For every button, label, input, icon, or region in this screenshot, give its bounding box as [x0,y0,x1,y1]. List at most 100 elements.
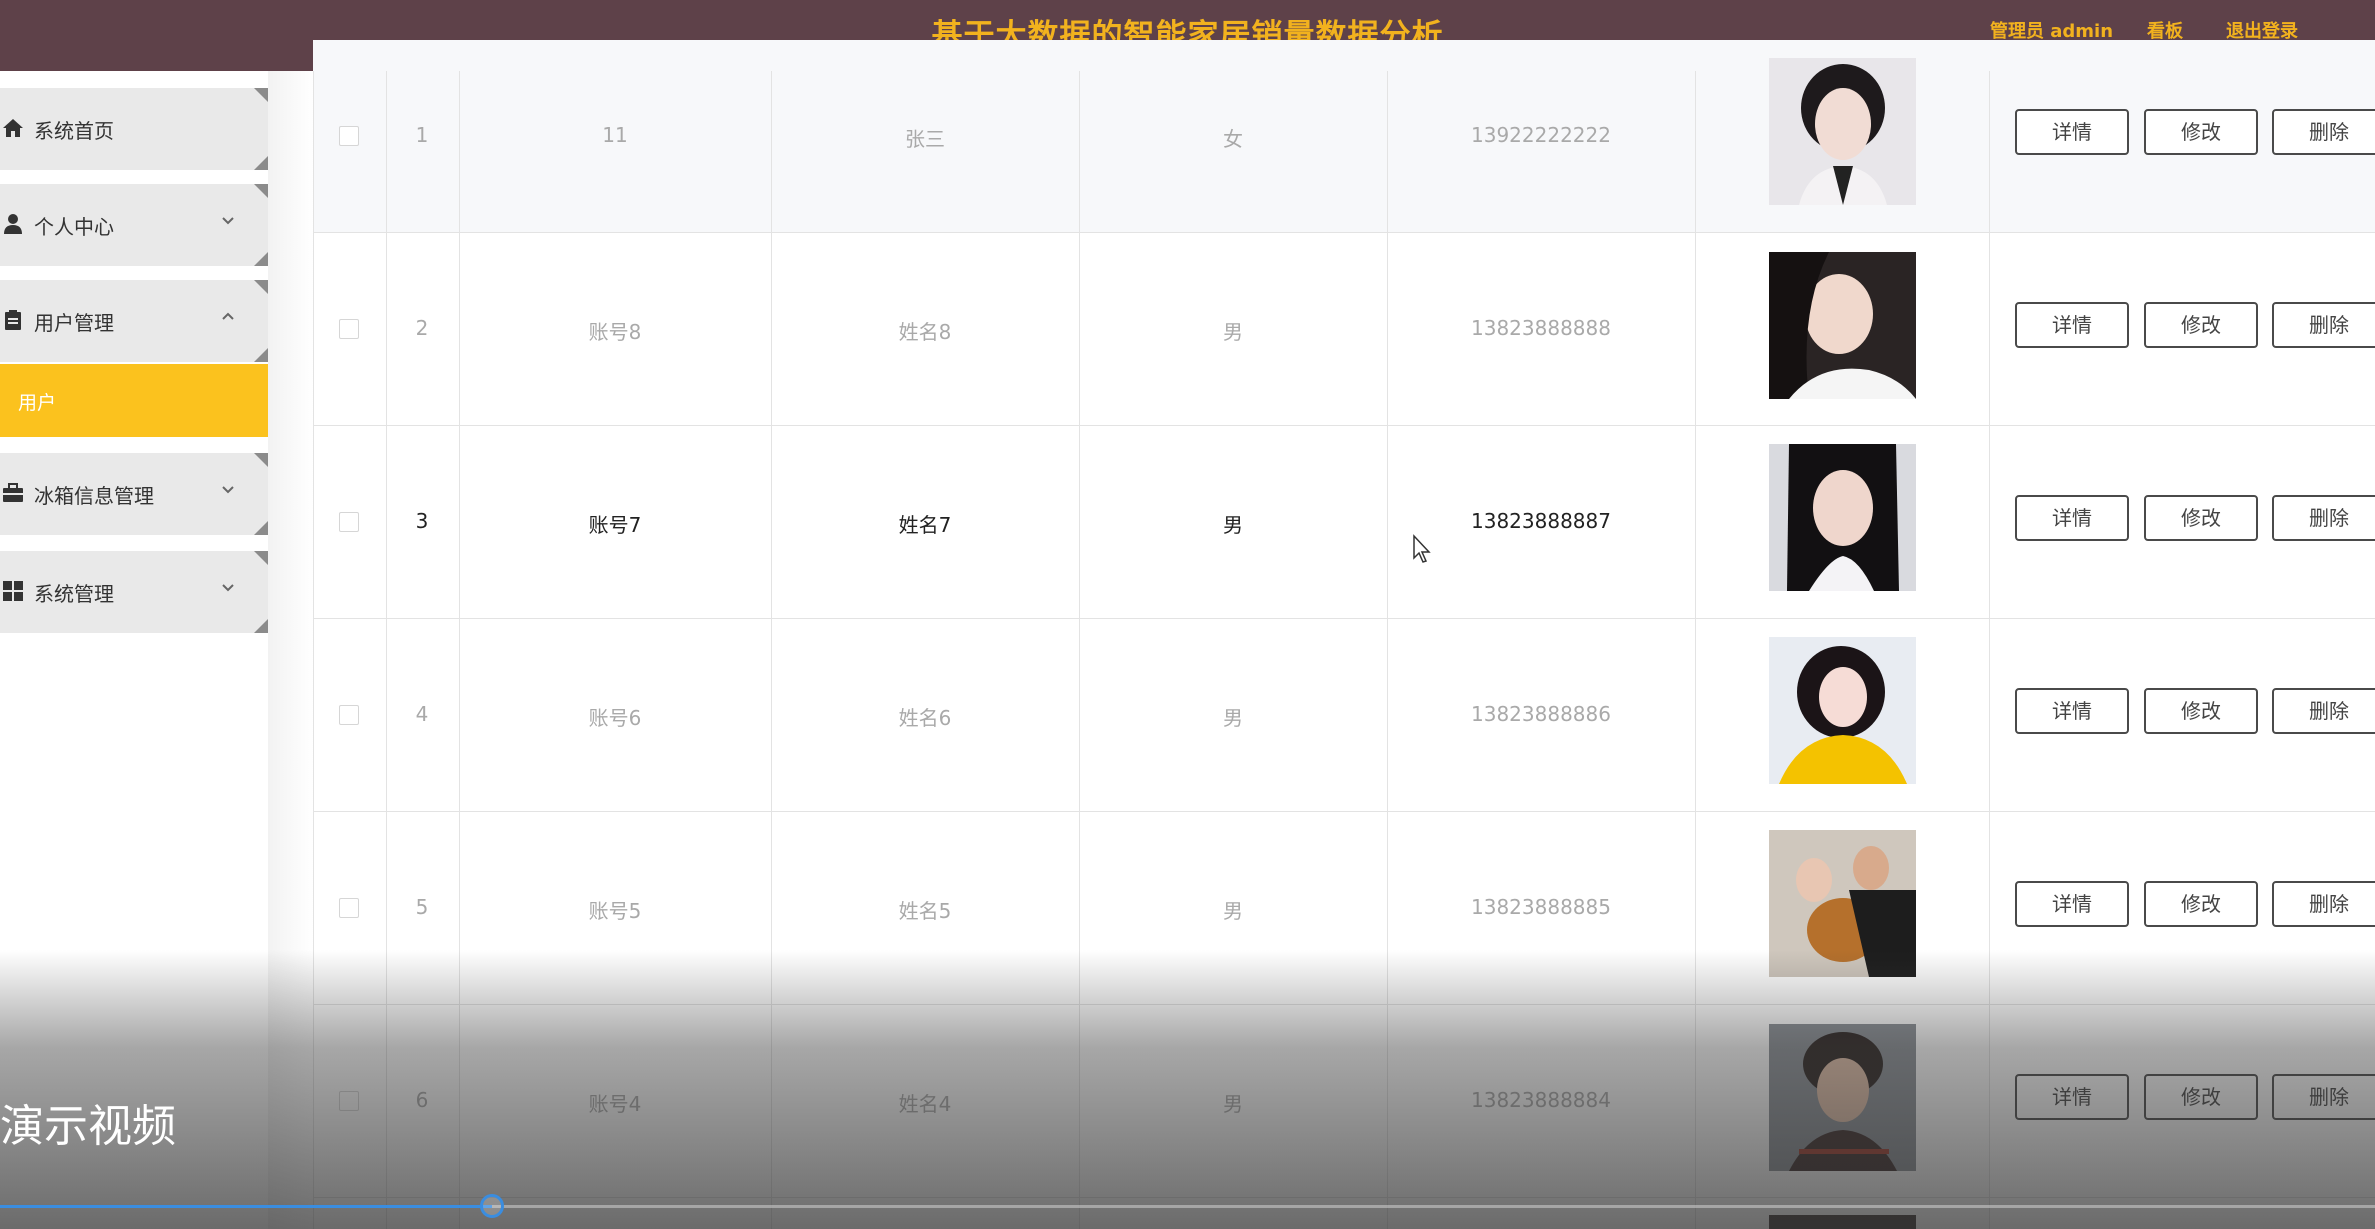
sidebar-item-label: 用户管理 [34,311,114,335]
mouse-cursor-icon [1413,534,1431,563]
cell-account: 11 [602,123,628,147]
video-progress-knob[interactable] [479,1194,504,1218]
delete-button[interactable]: 删除 [2272,688,2375,734]
cell-phone: 13823888888 [1471,316,1611,340]
edit-button[interactable]: 修改 [2144,495,2258,541]
delete-button[interactable]: 删除 [2272,1074,2375,1120]
edit-button[interactable]: 修改 [2144,881,2258,927]
video-progress-fill [0,1205,492,1208]
row-checkbox[interactable] [339,319,359,339]
user-avatar [1769,58,1916,205]
cell-index: 2 [415,316,429,340]
delete-button[interactable]: 删除 [2272,302,2375,348]
row-checkbox[interactable] [339,1091,359,1111]
cell-name: 姓名4 [898,1092,952,1116]
sidebar-item-system-management[interactable]: 系统管理 [0,551,268,633]
video-title: 演示视频 [0,1101,176,1152]
sidebar-item-label: 系统管理 [34,582,114,606]
row-checkbox[interactable] [339,512,359,532]
cell-account: 账号7 [588,513,642,537]
chevron-down-icon [222,584,234,592]
edit-button[interactable]: 修改 [2144,1074,2258,1120]
chevron-down-icon [222,217,234,225]
menu-corner-decoration [254,453,268,467]
row-checkbox[interactable] [339,705,359,725]
column-divider [1079,71,1080,1229]
cell-phone: 13823888886 [1471,702,1611,726]
cell-gender: 男 [1223,1092,1243,1116]
sidebar-item-fridge-info[interactable]: 冰箱信息管理 [0,453,268,535]
edit-button[interactable]: 修改 [2144,109,2258,155]
user-avatar [1769,252,1916,399]
user-avatar [1769,444,1916,591]
home-icon [3,119,23,137]
sidebar-item-label: 个人中心 [34,215,114,239]
sidebar-subitem-label: 用户 [18,392,57,414]
menu-corner-decoration [254,551,268,565]
detail-button[interactable]: 详情 [2015,1074,2129,1120]
menu-corner-decoration [254,156,268,170]
clipboard-icon [5,310,21,330]
cell-name: 姓名7 [898,513,952,537]
user-avatar [1769,830,1916,977]
detail-button[interactable]: 详情 [2015,495,2129,541]
briefcase-icon [3,483,23,502]
delete-button[interactable]: 删除 [2272,881,2375,927]
edit-button[interactable]: 修改 [2144,302,2258,348]
column-divider [386,71,387,1229]
column-divider [1695,71,1696,1229]
cell-index: 1 [415,123,429,147]
detail-button[interactable]: 详情 [2015,881,2129,927]
detail-button[interactable]: 详情 [2015,302,2129,348]
menu-corner-decoration [254,348,268,362]
column-divider [1387,71,1388,1229]
cell-name: 姓名6 [898,706,952,730]
sidebar-item-label: 系统首页 [34,119,114,143]
row-checkbox[interactable] [339,126,359,146]
cell-index: 3 [415,509,429,533]
chevron-down-icon [222,486,234,494]
menu-corner-decoration [254,88,268,102]
user-avatar [1769,637,1916,784]
detail-button[interactable]: 详情 [2015,109,2129,155]
cell-phone: 13922222222 [1471,123,1611,147]
column-divider [313,71,314,1229]
cell-name: 姓名8 [898,320,952,344]
sidebar-item-home[interactable]: 系统首页 [0,88,268,170]
chevron-up-icon [222,312,234,320]
delete-button[interactable]: 删除 [2272,109,2375,155]
column-divider [1989,71,1990,1229]
row-checkbox[interactable] [339,898,359,918]
user-avatar [1769,1215,1916,1229]
cell-name: 张三 [905,127,945,151]
menu-corner-decoration [254,521,268,535]
sidebar-item-label: 冰箱信息管理 [34,484,154,508]
cell-account: 账号4 [588,1092,642,1116]
delete-button[interactable]: 删除 [2272,495,2375,541]
cell-gender: 男 [1223,706,1243,730]
cell-gender: 男 [1223,899,1243,923]
sidebar-item-user-management[interactable]: 用户管理 [0,280,268,362]
cell-phone: 13823888887 [1471,509,1611,533]
sidebar-shadow [268,71,314,1229]
person-icon [4,214,22,234]
menu-corner-decoration [254,280,268,294]
column-divider [771,71,772,1229]
user-avatar [1769,1024,1916,1171]
cell-phone: 13823888885 [1471,895,1611,919]
cell-gender: 女 [1223,127,1243,151]
cell-account: 账号8 [588,320,642,344]
cell-index: 5 [415,895,429,919]
cell-index: 4 [415,702,429,726]
cell-gender: 男 [1223,513,1243,537]
cell-account: 账号6 [588,706,642,730]
cell-account: 账号5 [588,899,642,923]
cell-gender: 男 [1223,320,1243,344]
menu-corner-decoration [254,252,268,266]
sidebar-subitem-users[interactable]: 用户 [0,364,268,437]
cell-index: 6 [415,1088,429,1112]
menu-corner-decoration [254,184,268,198]
detail-button[interactable]: 详情 [2015,688,2129,734]
edit-button[interactable]: 修改 [2144,688,2258,734]
sidebar-item-personal-center[interactable]: 个人中心 [0,184,268,266]
